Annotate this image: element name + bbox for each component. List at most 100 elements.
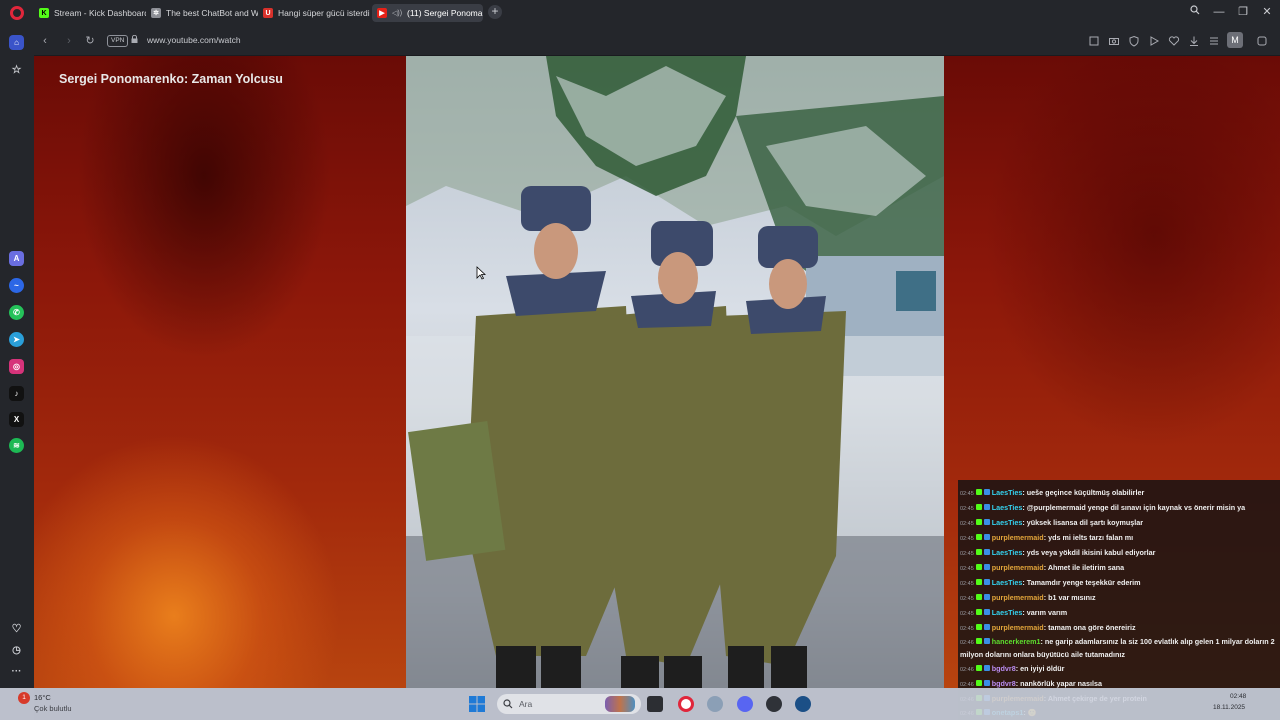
history-icon[interactable]: ◷	[9, 643, 24, 658]
chat-username[interactable]: purplemermaid	[992, 623, 1044, 632]
chat-username[interactable]: LaesTies	[992, 608, 1023, 617]
subscriber-badge-icon	[983, 534, 990, 540]
heart-icon[interactable]	[1168, 35, 1180, 47]
obs-icon[interactable]	[766, 696, 782, 712]
play-icon[interactable]	[1148, 35, 1160, 47]
camera-icon[interactable]	[1108, 35, 1120, 47]
chat-username[interactable]: bgdvr8	[992, 664, 1016, 673]
notification-badge[interactable]: 1	[18, 692, 30, 704]
taskbar-search-input[interactable]: Ara	[497, 694, 641, 714]
chat-timestamp: 02:45	[960, 596, 974, 602]
tab-hangi-super-guc[interactable]: U Hangi süper gücü isterdin	[258, 4, 370, 22]
shield-icon[interactable]	[1128, 35, 1140, 47]
chat-username[interactable]: LaesTies	[992, 488, 1023, 497]
download-icon[interactable]	[1188, 35, 1200, 47]
chat-username[interactable]: purplemermaid	[992, 593, 1044, 602]
subscriber-badge-icon	[983, 579, 990, 585]
reload-button[interactable]: ↻	[83, 34, 97, 48]
settings-gear-icon[interactable]	[707, 696, 723, 712]
spotify-icon[interactable]: ≋	[9, 438, 24, 453]
more-icon[interactable]: ···	[9, 664, 24, 679]
menu-icon[interactable]	[1208, 35, 1220, 47]
forward-button[interactable]: ›	[62, 34, 76, 48]
chat-username[interactable]: purplemermaid	[992, 563, 1044, 572]
close-button[interactable]: ✕	[1259, 5, 1275, 19]
tab-youtube-active[interactable]: ▶ ◁)) (11) Sergei Ponomarr	[372, 4, 483, 22]
profile-avatar[interactable]: M	[1227, 32, 1243, 48]
new-tab-button[interactable]: +	[488, 5, 502, 19]
discord-icon[interactable]	[737, 696, 753, 712]
chat-message: 02:45 purplemermaid: Ahmet ile iletirim s…	[960, 562, 1276, 575]
lock-icon[interactable]	[131, 35, 138, 43]
tab-kick-dashboard[interactable]: K Stream - Kick Dashboard	[34, 4, 146, 22]
maximize-button[interactable]: ❐	[1235, 5, 1251, 19]
x-twitter-icon[interactable]: X	[9, 412, 24, 427]
kick-badge-icon	[975, 519, 982, 525]
chat-username[interactable]: LaesTies	[992, 548, 1023, 557]
clock-date[interactable]: 18.11.2025	[1213, 704, 1245, 711]
task-view-icon[interactable]	[647, 696, 663, 712]
vpn-badge[interactable]: VPN	[107, 35, 129, 47]
search-icon	[503, 699, 513, 709]
tab-chatbot[interactable]: ✲ The best ChatBot and Wid	[146, 4, 258, 22]
messenger-icon[interactable]: ~	[9, 278, 24, 293]
mouse-cursor-icon	[476, 266, 486, 280]
chat-overlay: 02:45 LaesTies: uеše geçince küçültmüş ol…	[958, 480, 1280, 720]
kick-badge-icon	[975, 534, 982, 540]
windows-start-icon[interactable]	[469, 696, 485, 712]
extensions-icon[interactable]	[1256, 35, 1268, 47]
subscriber-badge-icon	[983, 519, 990, 525]
clock-time[interactable]: 02:48	[1230, 693, 1246, 700]
tab-title: The best ChatBot and Wid	[166, 8, 258, 18]
subscriber-badge-icon	[983, 638, 990, 644]
aria-icon[interactable]: A	[9, 251, 24, 266]
chat-username[interactable]: bgdvr8	[992, 679, 1016, 688]
kick-badge-icon	[975, 489, 982, 495]
kick-badge-icon	[975, 624, 982, 630]
subscriber-badge-icon	[983, 594, 990, 600]
chat-username[interactable]: hancerkerem1	[992, 637, 1041, 646]
chat-username[interactable]: LaesTies	[992, 518, 1023, 527]
kick-badge-icon	[975, 504, 982, 510]
subscriber-badge-icon	[983, 564, 990, 570]
minimize-button[interactable]: —	[1211, 5, 1227, 19]
chat-timestamp: 02:46	[960, 667, 974, 673]
star-icon[interactable]: ☆	[9, 62, 24, 77]
weather-description[interactable]: Çok bulutlu	[34, 704, 72, 713]
weather-temperature[interactable]: 16°C	[34, 693, 51, 702]
back-button[interactable]: ‹	[38, 34, 52, 48]
url-field[interactable]: www.youtube.com/watch	[147, 35, 241, 45]
opera-taskbar-icon[interactable]	[678, 696, 694, 712]
share-icon[interactable]	[1088, 35, 1100, 47]
youtube-icon: ▶	[377, 8, 387, 18]
chat-timestamp: 02:45	[960, 566, 974, 572]
chat-timestamp: 02:45	[960, 611, 974, 617]
tab-bar: K Stream - Kick Dashboard ✲ The best Cha…	[0, 0, 1280, 26]
opera-logo-icon[interactable]	[10, 6, 24, 20]
subscriber-badge-icon	[983, 624, 990, 630]
chat-message: 02:45 LaesTies: yüksek lisansa dil şartı …	[960, 517, 1276, 530]
chat-text: : varım varım	[1022, 608, 1068, 617]
chat-timestamp: 02:45	[960, 551, 974, 557]
chat-message: 02:45 LaesTies: yds veya yökdil ikisini k…	[960, 547, 1276, 560]
chat-username[interactable]: LaesTies	[992, 503, 1023, 512]
steam-icon[interactable]	[795, 696, 811, 712]
chat-message: 02:45 LaesTies: uеše geçince küçültmüş ol…	[960, 487, 1276, 500]
instagram-icon[interactable]: ◎	[9, 359, 24, 374]
home-icon[interactable]: ⌂	[9, 35, 24, 50]
chat-message: 02:45 purplemermaid: b1 var mısınız	[960, 592, 1276, 605]
telegram-icon[interactable]: ➤	[9, 332, 24, 347]
chat-text: : tamam ona göre önereiriz	[1043, 623, 1136, 632]
kick-badge-icon	[975, 579, 982, 585]
chat-username[interactable]: purplemermaid	[992, 533, 1044, 542]
address-bar: ‹ › ↻ VPN www.youtube.com/watch M	[0, 26, 1280, 56]
tab-title: Stream - Kick Dashboard	[54, 8, 146, 18]
chat-text: : Ahmet ile iletirim sana	[1043, 563, 1125, 572]
search-tabs-icon[interactable]	[1187, 5, 1203, 19]
chat-timestamp: 02:45	[960, 521, 974, 527]
tiktok-icon[interactable]: ♪	[9, 386, 24, 401]
heart-icon[interactable]: ♡	[9, 621, 24, 636]
chat-message: 02:45 LaesTies: varım varım	[960, 607, 1276, 620]
chat-username[interactable]: LaesTies	[992, 578, 1023, 587]
whatsapp-icon[interactable]: ✆	[9, 305, 24, 320]
